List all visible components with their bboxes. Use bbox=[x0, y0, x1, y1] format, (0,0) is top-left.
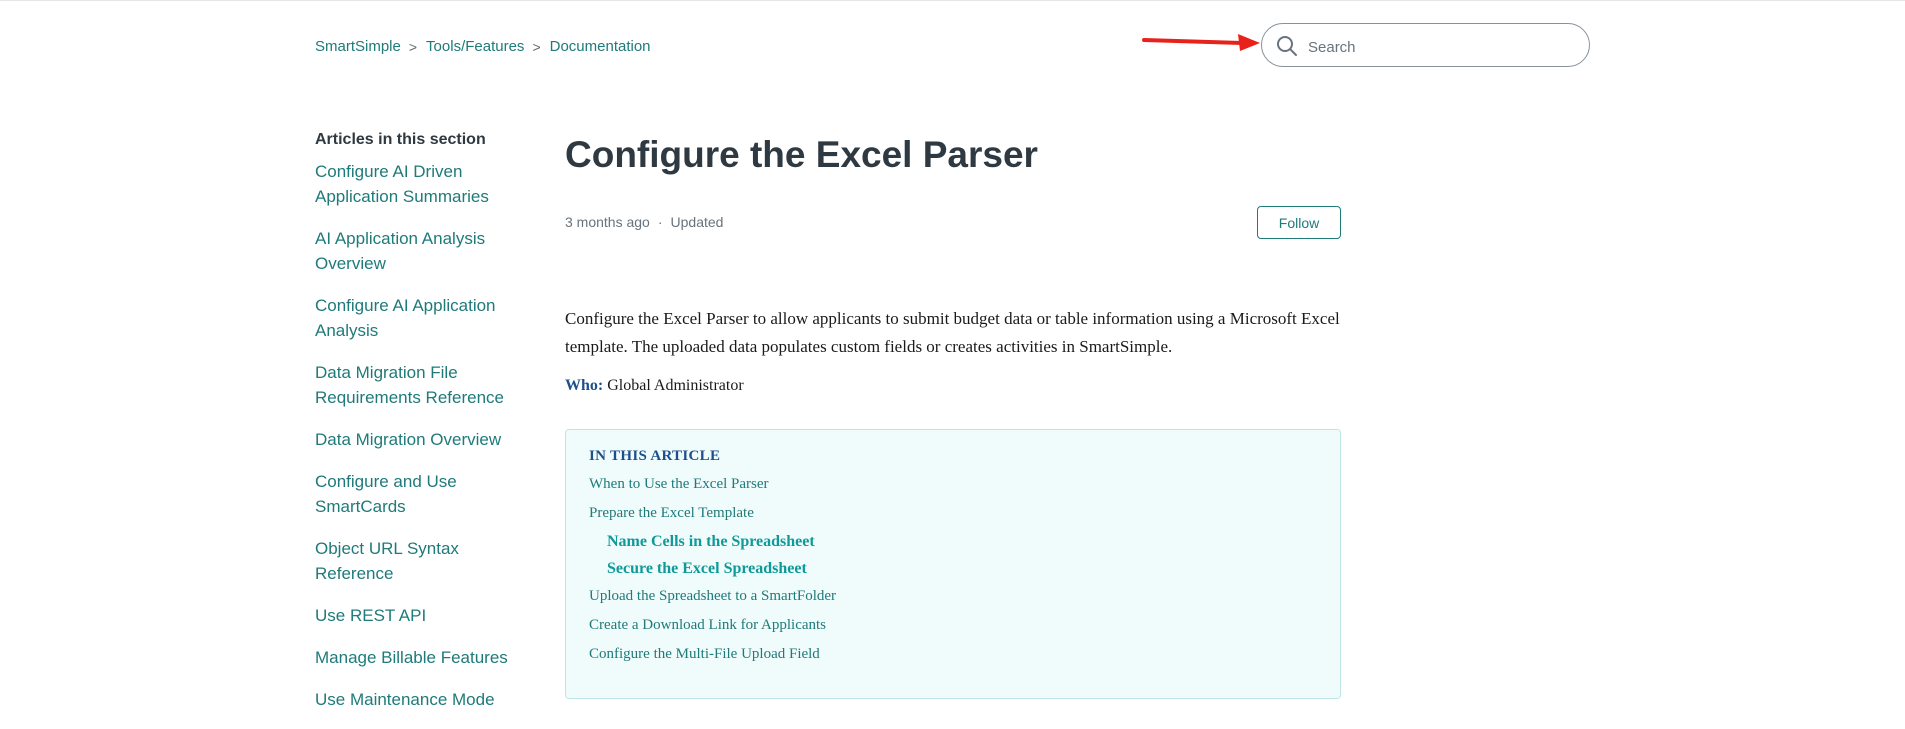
toc-item-download-link[interactable]: Create a Download Link for Applicants bbox=[589, 615, 1317, 635]
meta-dot: · bbox=[657, 214, 663, 230]
toc-subitem-secure-spreadsheet[interactable]: Secure the Excel Spreadsheet bbox=[589, 559, 1317, 579]
article-who: Who: Global Administrator bbox=[565, 377, 744, 395]
page-title: Configure the Excel Parser bbox=[565, 134, 1038, 175]
red-arrow-annotation bbox=[1142, 34, 1260, 51]
breadcrumb-documentation[interactable]: Documentation bbox=[550, 38, 651, 55]
toc-item-multi-file-upload[interactable]: Configure the Multi-File Upload Field bbox=[589, 644, 1317, 664]
breadcrumb: SmartSimple > Tools/Features > Documenta… bbox=[315, 38, 651, 55]
follow-button[interactable]: Follow bbox=[1257, 206, 1341, 239]
toc-item-prepare-template[interactable]: Prepare the Excel Template bbox=[589, 503, 1317, 523]
breadcrumb-tools-features[interactable]: Tools/Features bbox=[426, 38, 524, 55]
article-meta: 3 months ago · Updated bbox=[565, 214, 723, 230]
sidebar-item-billable-features[interactable]: Manage Billable Features bbox=[315, 645, 540, 670]
article-intro: Configure the Excel Parser to allow appl… bbox=[565, 309, 1340, 356]
who-value: Global Administrator bbox=[603, 377, 744, 394]
articles-sidebar: Articles in this section Configure AI Dr… bbox=[315, 131, 540, 729]
breadcrumb-separator: > bbox=[532, 38, 541, 55]
article-date: 3 months ago bbox=[565, 214, 650, 230]
toc-item-when-to-use[interactable]: When to Use the Excel Parser bbox=[589, 474, 1317, 494]
breadcrumb-smartsimple[interactable]: SmartSimple bbox=[315, 38, 401, 55]
toc-subitem-name-cells[interactable]: Name Cells in the Spreadsheet bbox=[589, 532, 1317, 552]
sidebar-item-maintenance-mode[interactable]: Use Maintenance Mode bbox=[315, 687, 540, 712]
top-divider bbox=[0, 0, 1905, 1]
search-icon bbox=[1277, 36, 1297, 56]
sidebar-item-data-migration-file-reference[interactable]: Data Migration File Requirements Referen… bbox=[315, 360, 540, 410]
toc-item-upload-spreadsheet[interactable]: Upload the Spreadsheet to a SmartFolder bbox=[589, 586, 1317, 606]
article-updated: Updated bbox=[670, 214, 724, 230]
sidebar-item-data-migration-overview[interactable]: Data Migration Overview bbox=[315, 427, 540, 452]
sidebar-item-smartcards[interactable]: Configure and Use SmartCards bbox=[315, 469, 540, 519]
sidebar-item-ai-analysis-overview[interactable]: AI Application Analysis Overview bbox=[315, 226, 540, 276]
sidebar-item-rest-api[interactable]: Use REST API bbox=[315, 603, 540, 628]
search-input[interactable] bbox=[1306, 34, 1580, 60]
sidebar-item-configure-ai-summaries[interactable]: Configure AI Driven Application Summarie… bbox=[315, 159, 540, 209]
sidebar-list: Configure AI Driven Application Summarie… bbox=[315, 159, 540, 712]
breadcrumb-separator: > bbox=[408, 38, 418, 55]
table-of-contents: IN THIS ARTICLE When to Use the Excel Pa… bbox=[565, 429, 1341, 699]
sidebar-item-configure-ai-analysis[interactable]: Configure AI Application Analysis bbox=[315, 293, 540, 343]
sidebar-heading: Articles in this section bbox=[315, 131, 486, 148]
toc-heading: IN THIS ARTICLE bbox=[589, 448, 721, 464]
who-label: Who: bbox=[565, 377, 604, 394]
sidebar-item-object-url-syntax[interactable]: Object URL Syntax Reference bbox=[315, 536, 540, 586]
search-box[interactable] bbox=[1261, 23, 1590, 67]
